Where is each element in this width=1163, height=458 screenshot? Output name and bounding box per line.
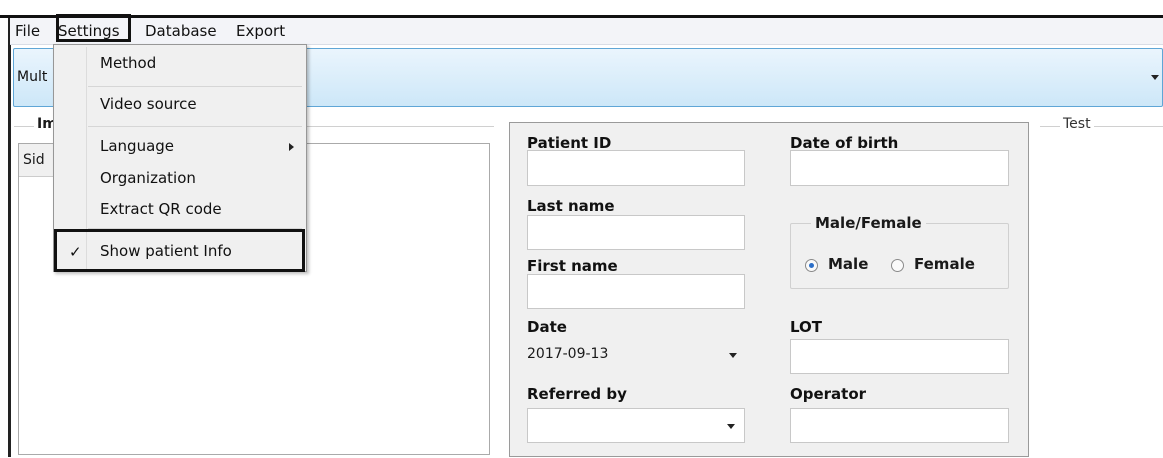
female-radio-label: Female bbox=[914, 255, 975, 273]
operator-label: Operator bbox=[790, 385, 867, 403]
male-radio-label: Male bbox=[828, 255, 869, 273]
lot-label: LOT bbox=[790, 318, 823, 336]
date-value: 2017-09-13 bbox=[527, 346, 609, 362]
menu-item-organization[interactable]: Organization bbox=[100, 169, 196, 187]
settings-dropdown-menu: Method Video source Language Organizatio… bbox=[53, 44, 307, 272]
lot-field[interactable] bbox=[790, 339, 1009, 374]
last-name-field[interactable] bbox=[527, 215, 745, 250]
submenu-arrow-icon bbox=[289, 143, 294, 151]
menu-separator bbox=[88, 86, 302, 87]
chevron-down-icon[interactable] bbox=[729, 353, 737, 358]
first-name-label: First name bbox=[527, 257, 618, 275]
male-radio[interactable] bbox=[805, 259, 818, 272]
referred-by-label: Referred by bbox=[527, 385, 627, 403]
tab-side-label: Sid bbox=[23, 152, 45, 168]
menu-item-language[interactable]: Language bbox=[100, 137, 174, 155]
window-left-border bbox=[8, 18, 11, 457]
date-label: Date bbox=[527, 318, 567, 336]
menu-item-extract-qr-code[interactable]: Extract QR code bbox=[100, 200, 222, 218]
referred-by-select[interactable] bbox=[527, 408, 745, 443]
menu-item-method[interactable]: Method bbox=[100, 54, 156, 72]
chevron-down-icon[interactable] bbox=[1151, 75, 1159, 80]
patient-id-field[interactable] bbox=[527, 150, 745, 186]
first-name-field[interactable] bbox=[527, 274, 745, 309]
menu-file[interactable]: File bbox=[15, 18, 40, 44]
test-group-frame bbox=[1040, 126, 1163, 127]
show-patient-info-highlight-box bbox=[54, 229, 305, 272]
patient-info-panel: Patient ID Date of birth Last name Male/… bbox=[509, 122, 1029, 457]
sex-group: Male/Female Male Female bbox=[790, 214, 1009, 289]
method-select-value: Mult bbox=[17, 69, 48, 85]
sex-group-title: Male/Female bbox=[811, 214, 926, 232]
operator-field[interactable] bbox=[790, 408, 1009, 443]
chevron-down-icon[interactable] bbox=[727, 424, 735, 429]
date-select[interactable]: 2017-09-13 bbox=[521, 338, 746, 373]
last-name-label: Last name bbox=[527, 197, 615, 215]
menu-bar: File Settings Database Export bbox=[10, 18, 1163, 45]
menu-item-video-source[interactable]: Video source bbox=[100, 95, 197, 113]
settings-menu-highlight-box bbox=[56, 14, 131, 42]
test-group-title: Test bbox=[1060, 116, 1094, 132]
dob-field[interactable] bbox=[790, 150, 1009, 186]
test-group: Test bbox=[1040, 116, 1163, 457]
menu-separator bbox=[88, 126, 302, 127]
menu-export[interactable]: Export bbox=[236, 18, 285, 44]
menu-database[interactable]: Database bbox=[145, 18, 217, 44]
female-radio[interactable] bbox=[891, 259, 904, 272]
